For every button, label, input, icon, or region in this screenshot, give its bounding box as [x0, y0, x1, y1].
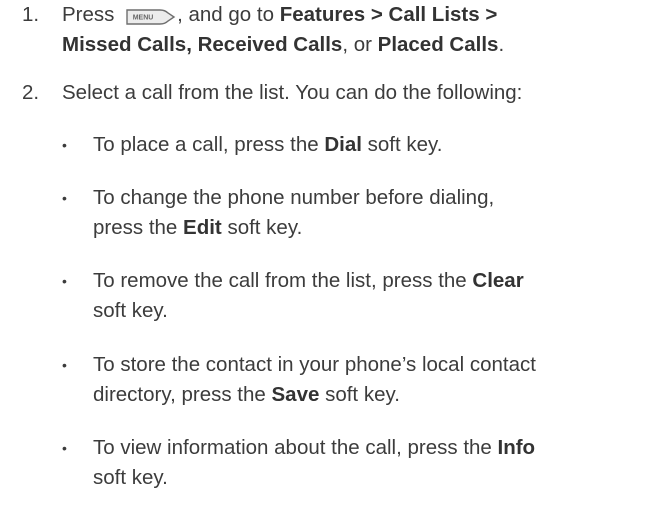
menu-path: Placed Calls	[377, 33, 499, 56]
soft-key-name: Info	[497, 436, 536, 459]
bullet-dot: •	[62, 137, 67, 153]
bullet-text: To remove the call from the list, press …	[93, 266, 645, 326]
bullet-text: To change the phone number before dialin…	[93, 183, 645, 243]
bullet-text-part: To place a call, press the	[93, 133, 325, 156]
step-text-part: Press	[62, 3, 121, 26]
bullet-text-part: soft key.	[319, 383, 400, 406]
menu-path: Missed Calls, Received Calls	[62, 33, 343, 56]
instructions-page: 1. Press MENU , and go to Features > Call…	[0, 0, 650, 519]
step-text: Select a call from the list. You can do …	[62, 81, 523, 104]
bullet-dot: •	[62, 273, 67, 289]
step-number: 2.	[22, 81, 40, 104]
bullet-text: To store the contact in your phone’s loc…	[93, 350, 645, 410]
bullet-text-part: directory, press the	[93, 383, 272, 406]
bullet-text-part: soft key.	[221, 216, 303, 239]
soft-key-name: Clear	[472, 269, 524, 292]
step-number: 1.	[22, 3, 40, 26]
bullet-text-part: To remove the call from the list, press …	[93, 269, 473, 292]
soft-key-name: Dial	[324, 133, 362, 156]
step-text-part: , or	[342, 33, 378, 56]
menu-key-label: MENU	[133, 15, 154, 22]
bullet-text: To view information about the call, pres…	[93, 433, 645, 493]
bullet-text-part: press the	[93, 216, 184, 239]
bullet-text: To place a call, press the Dial soft key…	[93, 130, 645, 160]
bullet-text-part: To store the contact in your phone’s loc…	[93, 353, 536, 376]
bullet-dot: •	[62, 357, 67, 373]
bullet-dot: •	[62, 440, 67, 456]
step-text-part: .	[498, 33, 505, 56]
bullet-text-part: To change the phone number before dialin…	[93, 186, 495, 209]
menu-path: Features > Call Lists >	[279, 3, 498, 26]
soft-key-name: Save	[271, 383, 320, 406]
step-text: Press MENU , and go to Features > Call Li…	[62, 0, 647, 60]
bullet-text-part: soft key.	[93, 299, 168, 322]
bullet-text-part: soft key.	[361, 133, 443, 156]
menu-key-icon: MENU	[124, 7, 176, 27]
soft-key-name: Edit	[183, 216, 222, 239]
bullet-dot: •	[62, 190, 67, 206]
step-text-part: , and go to	[177, 3, 280, 26]
bullet-text-part: soft key.	[93, 466, 168, 489]
bullet-text-part: To view information about the call, pres…	[93, 436, 498, 459]
